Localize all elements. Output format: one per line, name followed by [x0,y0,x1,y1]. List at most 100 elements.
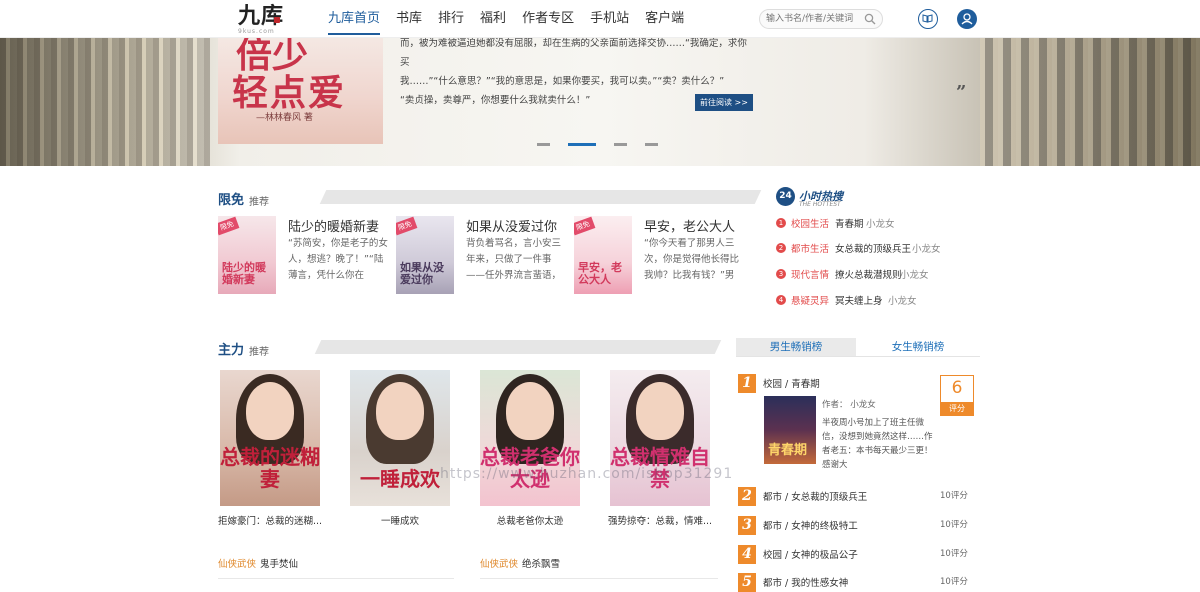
hot-category[interactable]: 都市生活 [791,241,829,255]
book-cover[interactable]: 限免 如果从没爱过你 [396,216,454,294]
rank-book-title[interactable]: 都市 / 女神的终极特工 [763,518,858,532]
nav-home[interactable]: 九库首页 [320,0,388,38]
hot-search-subtitle: THE HOTTEST [799,201,841,208]
rank-book-title[interactable]: 都市 / 我的性感女神 [763,575,848,589]
rank-book-author: 作者： 小龙女 [822,400,876,410]
book-cover[interactable]: 一睡成欢 [350,370,450,506]
hot-search-item[interactable]: 1 校园生活 青春期 小龙女 [776,216,976,232]
book-cover[interactable]: 总裁老爸你太逊 [480,370,580,506]
hot-book-title[interactable]: 女总裁的顶级兵王 [835,241,911,255]
banner-cover-title-2: 轻点爱 [232,72,347,114]
hot-book-author: 小龙女 [900,270,929,281]
hot-book-title[interactable]: 撩火总裁潜规则 [835,267,902,281]
nav-mobile[interactable]: 手机站 [582,0,637,38]
hot-book-author: 小龙女 [888,296,917,307]
nav-welfare[interactable]: 福利 [472,0,514,38]
hot-book-title[interactable]: 冥夫缠上身 [835,293,883,307]
ranking-tabs: 男生畅销榜 女生畅销榜 [736,338,980,356]
category-book-item[interactable]: 仙侠武侠 鬼手焚仙 [218,556,298,576]
book-title[interactable]: 强势掠夺：总裁，情难... [608,513,712,527]
banner-book-cover[interactable]: 倍少 轻点爱 —林林春风 著 [218,38,383,144]
main-book-card[interactable]: 总裁老爸你太逊 总裁老爸你太逊 [478,370,582,527]
book-cover[interactable]: 限免 早安，老公大人 [574,216,632,294]
rank-book-cover[interactable]: 青春期 [764,396,816,464]
rank-book-title[interactable]: 校园 / 青春期 [763,376,820,390]
hot-category[interactable]: 悬疑灵异 [791,293,829,307]
rank-number: 1 [738,374,756,393]
hot-rank-number: 3 [776,269,786,279]
hot-search-item[interactable]: 2 都市生活 女总裁的顶级兵王 小龙女 [776,241,976,257]
limited-free-tag: 限免 [218,216,240,236]
free-book-card[interactable]: 限免 如果从没爱过你 如果从没爱过你 背负着骂名，言小安三年来，只做了一件事——… [396,216,566,296]
cover-art [506,382,554,440]
free-book-card[interactable]: 限免 早安，老公大人 早安，老公大人 “你今天看了那男人三次，你是觉得他长得比我… [574,216,744,296]
book-category[interactable]: 仙侠武侠 [480,559,518,570]
book-title[interactable]: 拒嫁豪门：总裁的迷糊... [218,513,322,527]
carousel-dot[interactable] [537,143,550,146]
book-title[interactable]: 绝杀飘雪 [522,559,560,570]
hot-search-item[interactable]: 3 现代言情 撩火总裁潜规则 小龙女 [776,267,976,283]
hot-rank-number: 4 [776,295,786,305]
main-book-card[interactable]: 总裁的迷糊妻 拒嫁豪门：总裁的迷糊... [218,370,322,527]
hot-24-badge: 24 [776,187,795,206]
divider [218,578,454,579]
section-header-bar [319,190,762,204]
top-header: 九库 9kus.com 九库首页 书库 排行 福利 作者专区 手机站 客户端 [0,0,1200,38]
rank-book-title[interactable]: 校园 / 女神的极品公子 [763,547,858,561]
free-section-subtitle: 推荐 [249,197,269,208]
cover-art [246,382,294,440]
nav-library[interactable]: 书库 [388,0,430,38]
free-book-card[interactable]: 限免 陆少的暖婚新妻 陆少的暖婚新妻 “苏简安，你是老子的女人，想逃？晚了！”“… [218,216,388,296]
carousel-dot[interactable] [645,143,658,146]
nav-client[interactable]: 客户端 [637,0,692,38]
book-title[interactable]: 鬼手焚仙 [260,559,298,570]
book-description: “你今天看了那男人三次，你是觉得他长得比我帅？比我有钱？”男 [644,238,740,281]
hot-book-title[interactable]: 青春期 [835,216,864,230]
tab-female-bestsellers[interactable]: 女生畅销榜 [856,338,980,356]
user-icon[interactable] [957,9,977,29]
hot-book-author: 小龙女 [912,244,941,255]
main-book-card[interactable]: 总裁情难自禁 强势掠夺：总裁，情难... [608,370,712,527]
bookshelf-icon[interactable] [918,9,938,29]
hot-category[interactable]: 现代言情 [791,267,829,281]
rank-score: 10评分 [940,549,968,559]
cover-title: 青春期 [768,443,808,458]
hot-search-item[interactable]: 4 悬疑灵异 冥夫缠上身 小龙女 [776,293,976,309]
carousel-dots [537,143,658,146]
banner-cover-author: —林林春风 著 [256,113,313,123]
logo-subtext: 9kus.com [238,28,275,35]
book-title[interactable]: 如果从没爱过你 [466,216,557,235]
book-title[interactable]: 早安，老公大人 [644,216,735,235]
rank-book-title[interactable]: 都市 / 女总裁的顶级兵王 [763,489,867,503]
book-title[interactable]: 一睡成欢 [348,513,452,527]
rank-score: 10评分 [940,520,968,530]
main-section-title: 主力 [218,343,245,358]
carousel-dot[interactable] [614,143,627,146]
book-title[interactable]: 总裁老爸你太逊 [478,513,582,527]
main-book-card[interactable]: 一睡成欢 一睡成欢 [348,370,452,527]
carousel-dot-active[interactable] [568,143,596,146]
main-section-header: 主力 推荐 [218,339,722,358]
book-cover[interactable]: 总裁的迷糊妻 [220,370,320,506]
cover-title: 早安，老公大人 [578,261,622,286]
tab-male-bestsellers[interactable]: 男生畅销榜 [736,338,856,356]
site-logo[interactable]: 九库 9kus.com [238,3,298,35]
category-book-item[interactable]: 仙侠武侠 绝杀飘雪 [480,556,560,576]
book-cover[interactable]: 总裁情难自禁 [610,370,710,506]
book-category[interactable]: 仙侠武侠 [218,559,256,570]
nav-author-zone[interactable]: 作者专区 [514,0,582,38]
main-section-subtitle: 推荐 [249,347,269,358]
hot-rank-number: 1 [776,218,786,228]
hot-category[interactable]: 校园生活 [791,216,829,230]
cover-art [636,382,684,440]
nav-ranking[interactable]: 排行 [430,0,472,38]
read-now-button[interactable]: 前往阅读 >> [695,94,753,111]
main-nav: 九库首页 书库 排行 福利 作者专区 手机站 客户端 [320,0,692,38]
search-icon[interactable] [864,13,876,25]
book-title[interactable]: 陆少的暖婚新妻 [288,216,379,235]
limited-free-tag: 限免 [574,216,596,236]
search-input[interactable] [766,11,862,27]
score-value: 6 [951,378,963,398]
cover-art [376,382,424,440]
book-cover[interactable]: 限免 陆少的暖婚新妻 [218,216,276,294]
